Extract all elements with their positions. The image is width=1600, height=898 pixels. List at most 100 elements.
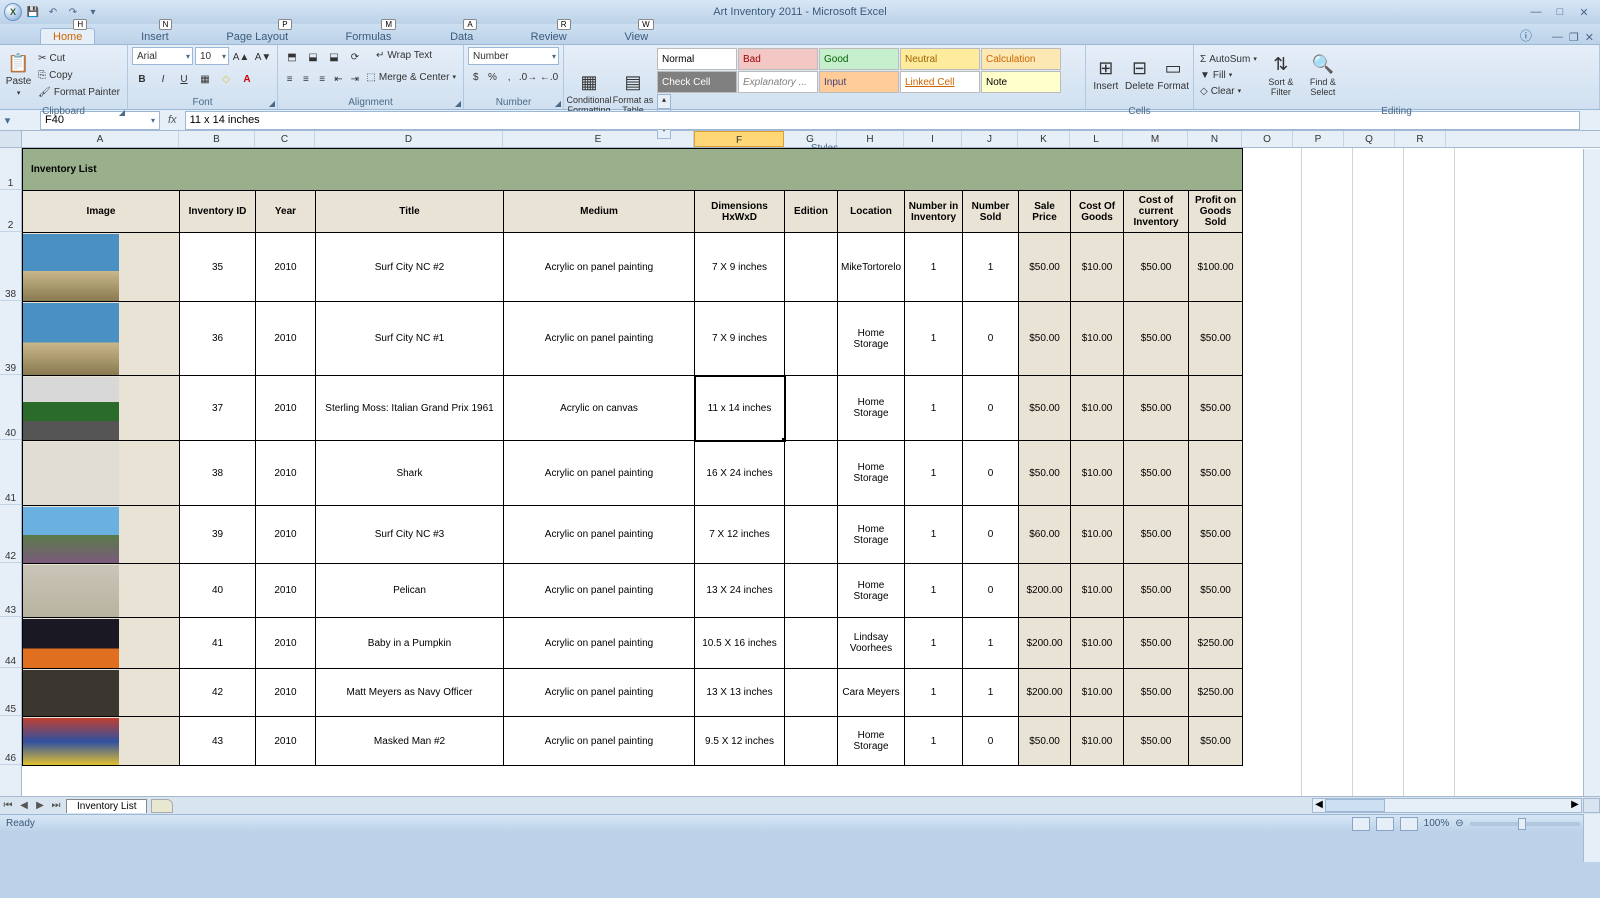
view-pagebreak-icon[interactable] xyxy=(1400,817,1418,831)
grow-font-icon[interactable]: A▲ xyxy=(231,47,251,67)
dialog-launcher-icon[interactable]: ◢ xyxy=(455,99,461,108)
cell-cost-goods[interactable]: $10.00 xyxy=(1071,506,1124,564)
delete-cells-button[interactable]: ⊟Delete xyxy=(1124,47,1156,103)
autosum-button[interactable]: ΣAutoSum▾ xyxy=(1200,52,1257,67)
cell-num-sold[interactable]: 0 xyxy=(963,441,1019,506)
row-header-45[interactable]: 45 xyxy=(0,668,21,716)
dialog-launcher-icon[interactable]: ◢ xyxy=(269,99,275,108)
cell-edition[interactable] xyxy=(785,717,838,766)
font-size-combo[interactable]: 10 xyxy=(195,47,229,65)
table-row[interactable]: 362010Surf City NC #1Acrylic on panel pa… xyxy=(23,302,1243,376)
cell-edition[interactable] xyxy=(785,618,838,669)
qat-save-icon[interactable]: 💾 xyxy=(24,4,42,20)
row-header-42[interactable]: 42 xyxy=(0,505,21,563)
cell-year[interactable]: 2010 xyxy=(256,302,316,376)
cell-edition[interactable] xyxy=(785,302,838,376)
cell-location[interactable]: Home Storage xyxy=(838,302,905,376)
table-header[interactable]: Medium xyxy=(504,191,695,233)
tab-page-layout[interactable]: Page Layout xyxy=(214,29,300,44)
tab-home[interactable]: Home xyxy=(40,28,95,44)
border-button[interactable]: ▦ xyxy=(195,69,215,89)
bold-button[interactable]: B xyxy=(132,69,152,89)
cell-title[interactable]: Masked Man #2 xyxy=(316,717,504,766)
table-header[interactable]: Title xyxy=(316,191,504,233)
find-select-button[interactable]: 🔍Find & Select xyxy=(1303,47,1343,103)
row-header-46[interactable]: 46 xyxy=(0,716,21,765)
office-button[interactable]: X xyxy=(4,3,22,21)
cell-num-inventory[interactable]: 1 xyxy=(905,564,963,618)
cell-cost-goods[interactable]: $10.00 xyxy=(1071,717,1124,766)
cell-num-inventory[interactable]: 1 xyxy=(905,618,963,669)
wrap-text-button[interactable]: ↵Wrap Text xyxy=(373,47,435,63)
cell-year[interactable]: 2010 xyxy=(256,717,316,766)
close-button[interactable]: ✕ xyxy=(1574,6,1594,19)
row-headers[interactable]: 12383940414243444546 xyxy=(0,148,22,796)
cell-dimensions[interactable]: 16 X 24 inches xyxy=(695,441,785,506)
cell-title[interactable]: Surf City NC #1 xyxy=(316,302,504,376)
format-cells-button[interactable]: ▭Format xyxy=(1157,47,1189,103)
row-header-2[interactable]: 2 xyxy=(0,190,21,232)
tab-formulas[interactable]: Formulas xyxy=(334,29,404,44)
cell-cost-inventory[interactable]: $50.00 xyxy=(1124,441,1189,506)
cell-title[interactable]: Surf City NC #3 xyxy=(316,506,504,564)
cell-location[interactable]: Home Storage xyxy=(838,564,905,618)
merge-center-button[interactable]: ⬚Merge & Center▾ xyxy=(363,69,459,85)
cell-sale-price[interactable]: $50.00 xyxy=(1019,376,1071,441)
cell-medium[interactable]: Acrylic on panel painting xyxy=(504,302,695,376)
cell-cost-inventory[interactable]: $50.00 xyxy=(1124,376,1189,441)
gallery-up-icon[interactable]: ▴ xyxy=(657,94,671,109)
table-row[interactable]: 352010Surf City NC #2Acrylic on panel pa… xyxy=(23,233,1243,302)
col-header-B[interactable]: B xyxy=(179,131,255,147)
underline-button[interactable]: U xyxy=(174,69,194,89)
cell-cost-inventory[interactable]: $50.00 xyxy=(1124,564,1189,618)
cell-cost-goods[interactable]: $10.00 xyxy=(1071,618,1124,669)
cell-edition[interactable] xyxy=(785,669,838,717)
row-header-39[interactable]: 39 xyxy=(0,301,21,375)
sheet-tab[interactable]: Inventory List xyxy=(66,799,147,813)
view-normal-icon[interactable] xyxy=(1352,817,1370,831)
cell-edition[interactable] xyxy=(785,564,838,618)
clear-button[interactable]: ◇Clear▾ xyxy=(1200,84,1257,99)
align-right-icon[interactable]: ≡ xyxy=(315,69,330,89)
style-linked-cell[interactable]: Linked Cell xyxy=(900,71,980,93)
cell-medium[interactable]: Acrylic on panel painting xyxy=(504,618,695,669)
align-middle-icon[interactable]: ⬓ xyxy=(303,47,323,67)
qat-undo-icon[interactable]: ↶ xyxy=(44,4,62,20)
row-header-43[interactable]: 43 xyxy=(0,563,21,617)
vertical-scrollbar[interactable] xyxy=(1583,149,1600,862)
new-sheet-button[interactable] xyxy=(151,799,173,813)
cell-medium[interactable]: Acrylic on panel painting xyxy=(504,441,695,506)
tab-review[interactable]: Review xyxy=(519,29,579,44)
cell-inventory-id[interactable]: 38 xyxy=(180,441,256,506)
cell-dimensions[interactable]: 11 x 14 inches xyxy=(695,376,785,441)
cell-cost-inventory[interactable]: $50.00 xyxy=(1124,669,1189,717)
tab-nav-prev-icon[interactable]: ◀ xyxy=(16,800,32,811)
cell-profit[interactable]: $50.00 xyxy=(1189,506,1243,564)
cell-year[interactable]: 2010 xyxy=(256,669,316,717)
table-header[interactable]: Cost Of Goods xyxy=(1071,191,1124,233)
cell-location[interactable]: Home Storage xyxy=(838,506,905,564)
align-center-icon[interactable]: ≡ xyxy=(298,69,313,89)
dialog-launcher-icon[interactable]: ◢ xyxy=(119,108,125,117)
cell-year[interactable]: 2010 xyxy=(256,618,316,669)
copy-button[interactable]: ⎘Copy xyxy=(35,67,123,83)
cell-cost-goods[interactable]: $10.00 xyxy=(1071,302,1124,376)
cell-dimensions[interactable]: 7 X 12 inches xyxy=(695,506,785,564)
font-name-combo[interactable]: Arial xyxy=(132,47,193,65)
cell-inventory-id[interactable]: 35 xyxy=(180,233,256,302)
cell-sale-price[interactable]: $50.00 xyxy=(1019,302,1071,376)
shrink-font-icon[interactable]: A▼ xyxy=(253,47,273,67)
comma-icon[interactable]: , xyxy=(501,67,517,87)
row-header-38[interactable]: 38 xyxy=(0,232,21,301)
cell-num-inventory[interactable]: 1 xyxy=(905,302,963,376)
fx-icon[interactable]: fx xyxy=(160,114,185,126)
cell-cost-goods[interactable]: $10.00 xyxy=(1071,441,1124,506)
inc-decimal-icon[interactable]: .0→ xyxy=(518,67,538,87)
paste-button[interactable]: 📋Paste▾ xyxy=(4,47,33,103)
dialog-launcher-icon[interactable]: ◢ xyxy=(555,99,561,108)
cell-num-sold[interactable]: 0 xyxy=(963,717,1019,766)
cell-profit[interactable]: $50.00 xyxy=(1189,376,1243,441)
cell-cost-inventory[interactable]: $50.00 xyxy=(1124,233,1189,302)
table-header[interactable]: Year xyxy=(256,191,316,233)
cell-inventory-id[interactable]: 43 xyxy=(180,717,256,766)
